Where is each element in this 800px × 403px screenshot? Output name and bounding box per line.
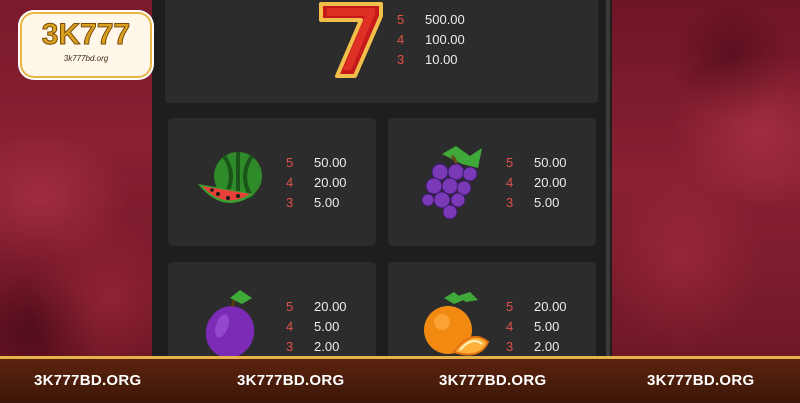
grapes-icon — [421, 146, 482, 220]
footer-link[interactable]: 3K777BD.ORG — [237, 372, 345, 389]
payout-list-seven: 5 500.00 4 100.00 3 10.00 — [397, 10, 465, 70]
logo-title: 3K777 — [41, 18, 131, 52]
payout-list-grapes: 5 50.00 4 20.00 3 5.00 — [506, 153, 567, 213]
paytable-panel: 5 500.00 4 100.00 3 10.00 5 50.00 4 20.00 3 5.… — [152, 0, 612, 372]
payout-row: 4 100.00 — [397, 32, 465, 47]
paytable-card-seven: 5 500.00 4 100.00 3 10.00 — [165, 0, 598, 103]
payout-row: 5 500.00 — [397, 12, 465, 27]
footer-link[interactable]: 3K777BD.ORG — [647, 372, 755, 389]
payout-row: 4 20.00 — [506, 175, 567, 190]
footer-link[interactable]: 3K777BD.ORG — [439, 372, 547, 389]
payout-row: 3 10.00 — [397, 52, 458, 67]
payout-row: 4 5.00 — [286, 319, 340, 334]
logo-subtitle: 3k777bd.org — [63, 54, 109, 63]
payout-row: 5 50.00 — [286, 155, 347, 170]
paytable-card-watermelon: 5 50.00 4 20.00 3 5.00 — [168, 118, 376, 246]
payout-row: 3 5.00 — [506, 195, 560, 210]
footer-banner: 3K777BD.ORG 3K777BD.ORG 3K777BD.ORG 3K77… — [0, 356, 800, 403]
watermelon-icon — [198, 152, 262, 203]
payout-row: 5 50.00 — [506, 155, 567, 170]
payout-list-watermelon: 5 50.00 4 20.00 3 5.00 — [286, 153, 347, 213]
payout-row: 5 20.00 — [506, 299, 567, 314]
payout-list-orange: 5 20.00 4 5.00 3 2.00 — [506, 297, 567, 357]
background-right — [612, 0, 800, 356]
seven-icon — [319, 2, 383, 78]
payout-row: 3 2.00 — [506, 339, 560, 354]
payout-row: 3 2.00 — [286, 339, 340, 354]
brand-logo: 3K777 3k777bd.org — [20, 12, 152, 78]
orange-icon — [424, 292, 490, 356]
payout-row: 4 20.00 — [286, 175, 347, 190]
scrollbar[interactable] — [606, 0, 610, 356]
payout-row: 4 5.00 — [506, 319, 560, 334]
payout-list-plum: 5 20.00 4 5.00 3 2.00 — [286, 297, 347, 357]
payout-row: 5 20.00 — [286, 299, 347, 314]
footer-link[interactable]: 3K777BD.ORG — [34, 372, 142, 389]
paytable-card-grapes: 5 50.00 4 20.00 3 5.00 — [388, 118, 596, 246]
plum-icon — [205, 290, 255, 358]
payout-row: 3 5.00 — [286, 195, 340, 210]
